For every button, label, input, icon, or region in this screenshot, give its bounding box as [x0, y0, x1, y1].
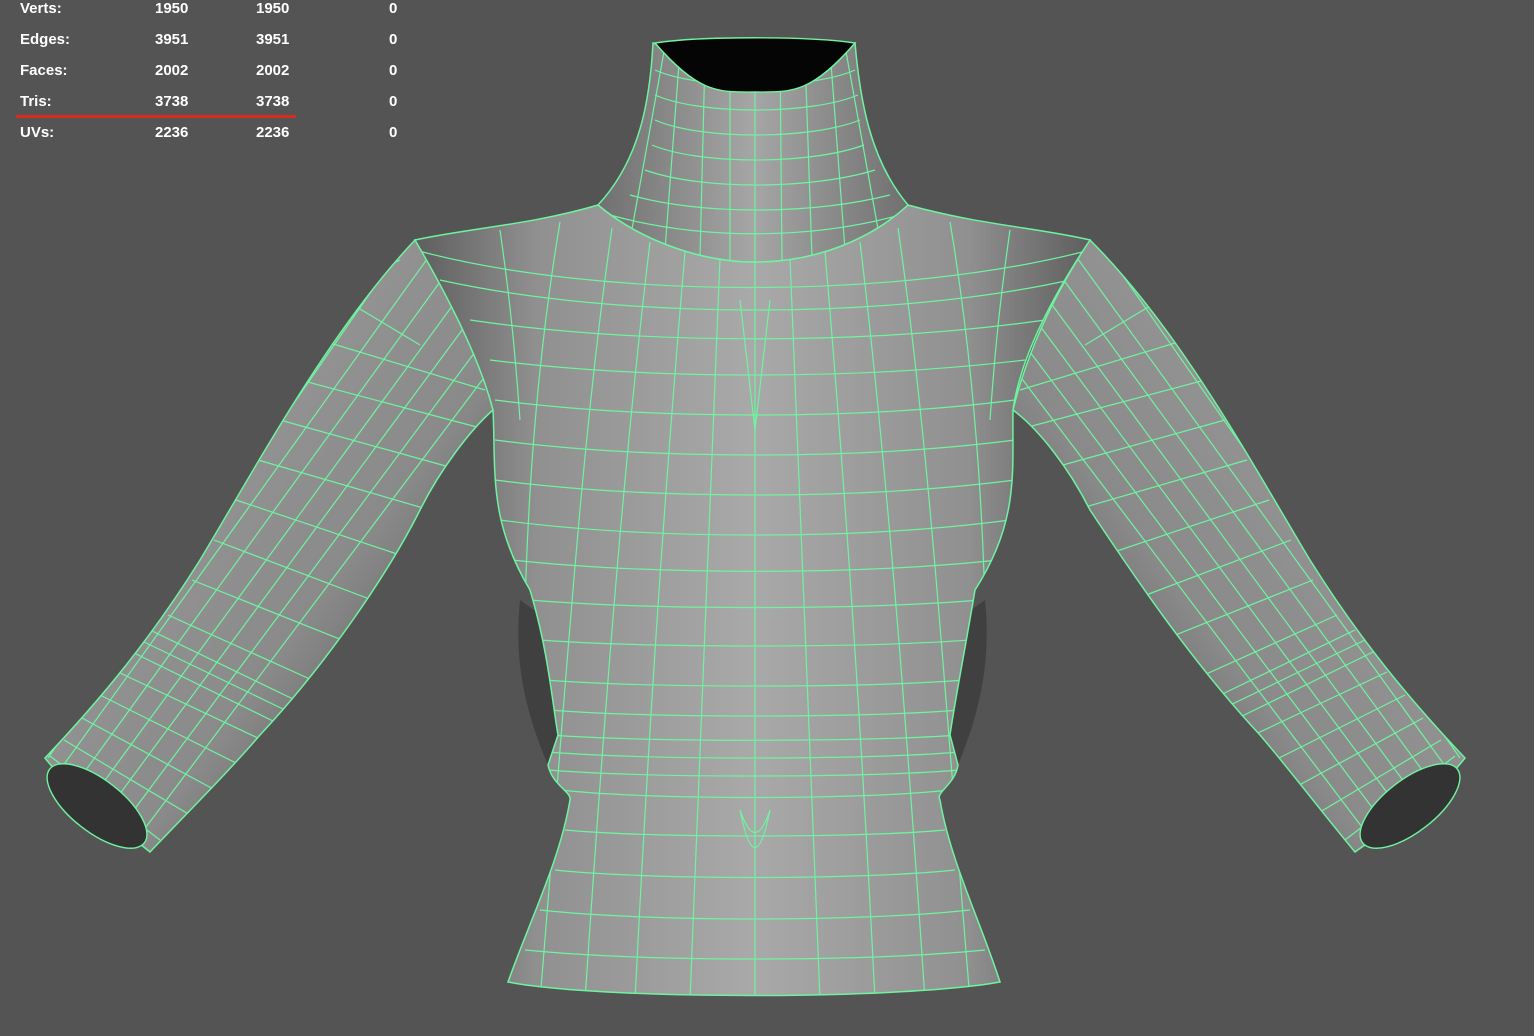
right-sleeve[interactable]: [1012, 238, 1473, 863]
hud-value-object: 3951: [256, 31, 290, 48]
poly-count-hud: Verts: 1950 1950 0 Edges: 3951 3951 0 Fa…: [0, 0, 420, 150]
hud-value-object: 3738: [256, 93, 290, 110]
hud-row-edges: Edges: 3951 3951 0: [0, 31, 420, 62]
hud-row-verts: Verts: 1950 1950 0: [0, 0, 420, 31]
hud-value-scene: 2236: [155, 124, 189, 141]
turtleneck-collar[interactable]: [596, 37, 910, 263]
hud-label: Edges:: [20, 31, 71, 48]
hud-value-selected: 0: [389, 124, 398, 141]
left-sleeve[interactable]: [34, 238, 494, 863]
hud-row-tris: Tris: 3738 3738 0: [0, 93, 420, 124]
hud-value-object: 2002: [256, 62, 290, 79]
hud-value-object: 1950: [256, 0, 290, 17]
3d-viewport[interactable]: Verts: 1950 1950 0 Edges: 3951 3951 0 Fa…: [0, 0, 1534, 1036]
hud-value-selected: 0: [389, 31, 398, 48]
wireframe-mesh[interactable]: [0, 0, 1534, 1036]
tris-highlight-underline: [16, 115, 296, 118]
hud-label: Verts:: [20, 0, 62, 17]
hud-row-uvs: UVs: 2236 2236 0: [0, 124, 420, 155]
hud-value-selected: 0: [389, 62, 398, 79]
hud-value-scene: 1950: [155, 0, 189, 17]
hud-value-scene: 3951: [155, 31, 189, 48]
hud-label: Tris:: [20, 93, 52, 110]
torso[interactable]: [413, 204, 1092, 1000]
hud-label: Faces:: [20, 62, 68, 79]
hud-value-object: 2236: [256, 124, 290, 141]
hud-value-selected: 0: [389, 0, 398, 17]
hud-value-scene: 2002: [155, 62, 189, 79]
hud-label: UVs:: [20, 124, 55, 141]
hud-row-faces: Faces: 2002 2002 0: [0, 62, 420, 93]
hud-value-selected: 0: [389, 93, 398, 110]
hud-value-scene: 3738: [155, 93, 189, 110]
